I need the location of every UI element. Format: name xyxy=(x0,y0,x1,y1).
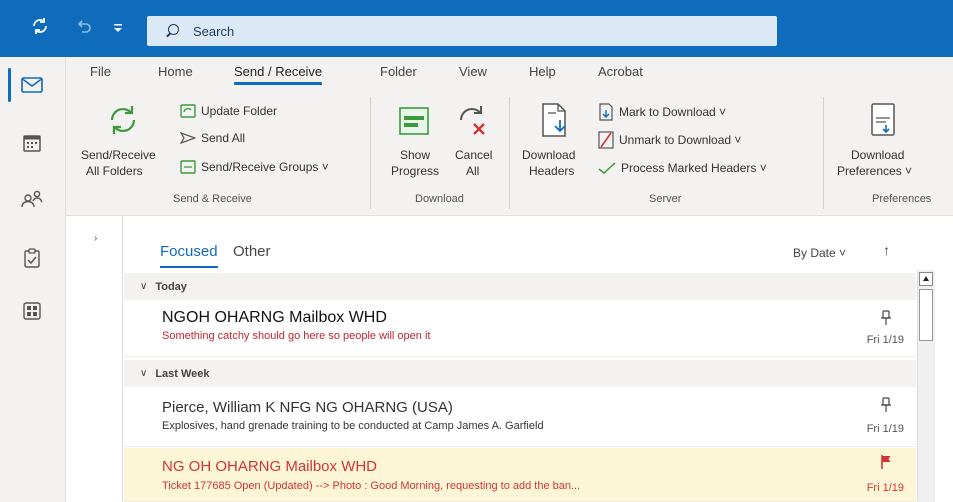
tab-help[interactable]: Help xyxy=(529,64,556,79)
chevron-down-icon: ∨ xyxy=(140,281,148,292)
download-preferences-label-1: Download xyxy=(851,148,905,162)
cancel-all-label-1: Cancel xyxy=(455,148,493,162)
download-preferences-label-2: Preferences ˅ xyxy=(837,164,913,178)
group-label-server: Server xyxy=(649,193,682,205)
tab-home[interactable]: Home xyxy=(158,64,193,79)
mark-to-download-label: Mark to Download ˅ xyxy=(619,105,727,119)
scroll-up-button[interactable] xyxy=(919,272,933,286)
search-placeholder: Search xyxy=(193,23,235,39)
message-sender: Pierce, William K NFG NG OHARNG (USA) xyxy=(162,399,453,416)
ribbon-divider xyxy=(509,97,510,209)
tab-send-receive[interactable]: Send / Receive xyxy=(234,64,323,85)
tab-other[interactable]: Other xyxy=(233,243,271,260)
send-receive-all-label-2: All Folders xyxy=(86,164,143,178)
sync-icon[interactable] xyxy=(30,16,50,42)
group-label-send-receive: Send & Receive xyxy=(173,193,252,205)
download-headers-icon xyxy=(540,103,568,142)
apps-icon[interactable] xyxy=(17,296,47,326)
send-receive-groups-label: Send/Receive Groups ˅ xyxy=(201,160,329,174)
pin-icon[interactable] xyxy=(880,397,892,418)
chevron-down-icon: ∨ xyxy=(140,368,148,379)
message-date: Fri 1/19 xyxy=(866,334,904,346)
message-preview: Explosives, hand grenade training to be … xyxy=(162,420,544,432)
tab-file[interactable]: File xyxy=(90,64,111,79)
search-input[interactable]: Search xyxy=(147,16,777,46)
quick-access-dropdown-icon[interactable] xyxy=(113,16,123,40)
ribbon-divider xyxy=(823,97,824,209)
list-item[interactable]: Pierce, William K NFG NG OHARNG (USA) Ex… xyxy=(124,387,916,447)
update-folder-label: Update Folder xyxy=(201,104,278,118)
group-label-download: Download xyxy=(415,193,464,205)
undo-icon[interactable] xyxy=(76,16,92,40)
scroll-thumb[interactable] xyxy=(919,289,933,341)
sort-by-dropdown[interactable]: By Date ˅ xyxy=(793,246,846,260)
mark-to-download-button[interactable]: Mark to Download ˅ xyxy=(598,103,726,121)
send-receive-groups-button[interactable]: Send/Receive Groups ˅ xyxy=(180,159,329,175)
mark-to-download-icon xyxy=(599,103,613,121)
message-sender: NG OH OHARNG Mailbox WHD xyxy=(162,458,378,475)
calendar-icon[interactable] xyxy=(17,128,47,158)
send-all-label: Send All xyxy=(201,131,246,145)
tab-folder[interactable]: Folder xyxy=(380,64,417,79)
tasks-icon[interactable] xyxy=(17,243,47,273)
unmark-to-download-button[interactable]: Unmark to Download ˅ xyxy=(598,131,741,149)
process-marked-headers-button[interactable]: Process Marked Headers ˅ xyxy=(598,161,767,175)
show-progress-label-2: Progress xyxy=(391,164,440,178)
message-date: Fri 1/19 xyxy=(866,482,904,494)
message-sender: NGOH OHARNG Mailbox WHD xyxy=(162,309,387,326)
download-headers-label-1: Download xyxy=(522,148,576,162)
people-icon[interactable] xyxy=(17,183,47,213)
update-folder-icon xyxy=(180,104,196,118)
flag-icon[interactable] xyxy=(880,454,892,475)
rail-active-indicator xyxy=(8,68,11,102)
download-headers-label-2: Headers xyxy=(529,164,575,178)
sort-direction-icon[interactable]: ↑ xyxy=(883,242,890,258)
group-label: Today xyxy=(155,280,187,293)
send-receive-icon xyxy=(106,103,140,142)
tab-view[interactable]: View xyxy=(459,64,487,79)
message-preview: Ticket 177685 Open (Updated) --> Photo :… xyxy=(162,480,581,492)
group-label: Last Week xyxy=(155,367,210,380)
ribbon-divider xyxy=(370,97,371,209)
ribbon: Send/Receive All Folders Update Folder S… xyxy=(66,91,953,216)
list-item[interactable]: NGOH OHARNG Mailbox WHD Something catchy… xyxy=(124,300,916,357)
show-progress-label-1: Show xyxy=(400,148,431,162)
title-bar: Search xyxy=(0,0,953,57)
update-folder-button[interactable]: Update Folder xyxy=(180,103,277,119)
group-header-today[interactable]: ∨ Today xyxy=(124,273,916,300)
group-label-preferences: Preferences xyxy=(872,193,932,205)
app-rail xyxy=(0,57,66,502)
pin-icon[interactable] xyxy=(880,310,892,331)
list-item[interactable]: NG OH OHARNG Mailbox WHD Ticket 177685 O… xyxy=(124,448,916,502)
process-headers-icon xyxy=(598,162,616,174)
download-preferences-icon xyxy=(870,103,896,142)
expand-folder-pane-icon[interactable]: › xyxy=(94,233,97,244)
ribbon-tabs: File Home Send / Receive Folder View Hel… xyxy=(66,57,953,91)
send-all-button[interactable]: Send All xyxy=(180,130,245,146)
search-icon xyxy=(165,24,179,38)
unmark-to-download-label: Unmark to Download ˅ xyxy=(619,133,742,147)
cancel-all-label-2: All xyxy=(466,164,480,178)
show-progress-icon xyxy=(399,107,429,140)
tab-acrobat[interactable]: Acrobat xyxy=(598,64,643,79)
tab-focused[interactable]: Focused xyxy=(160,243,218,268)
send-receive-groups-icon xyxy=(180,160,196,174)
send-receive-all-label-1: Send/Receive xyxy=(81,148,156,162)
cancel-all-icon xyxy=(455,103,489,142)
process-marked-headers-label: Process Marked Headers ˅ xyxy=(621,161,767,175)
message-date: Fri 1/19 xyxy=(866,423,904,435)
send-all-icon xyxy=(180,132,196,144)
message-preview: Something catchy should go here so peopl… xyxy=(162,330,431,342)
mail-icon[interactable] xyxy=(17,70,47,100)
group-header-last-week[interactable]: ∨ Last Week xyxy=(124,360,916,387)
unmark-to-download-icon xyxy=(598,131,614,149)
